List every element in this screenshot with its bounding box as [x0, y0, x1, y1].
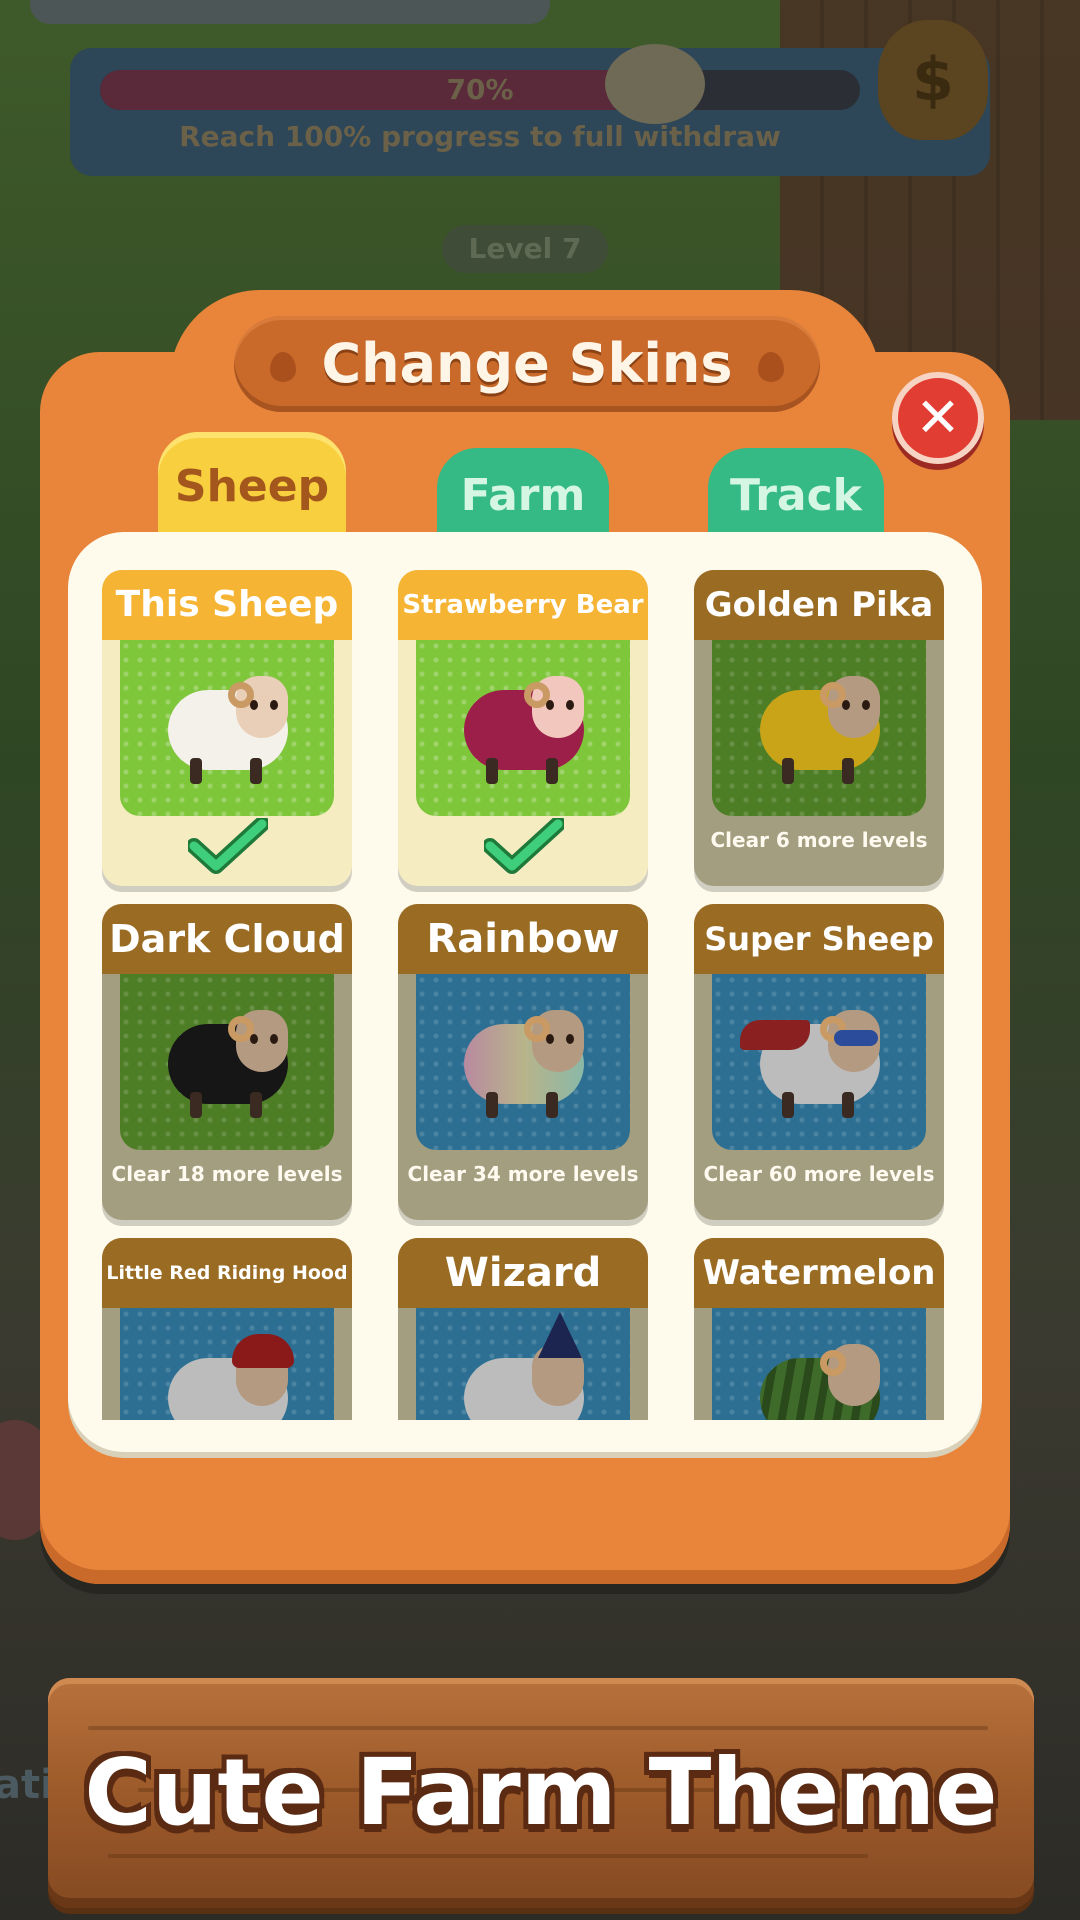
tab-sheep[interactable]: Sheep	[158, 432, 346, 542]
skin-card-dark-cloud[interactable]: Dark Cloud Clear 18 more levels	[102, 904, 352, 1220]
sheep-figure	[158, 1334, 298, 1420]
theme-banner-text: Cute Farm Theme	[84, 1739, 998, 1846]
skin-image	[712, 640, 926, 816]
sheep-figure	[158, 1000, 298, 1120]
skin-card-golden-pika[interactable]: Golden Pika Clear 6 more levels	[694, 570, 944, 886]
sheep-figure	[750, 666, 890, 786]
skin-name: Strawberry Bear	[398, 570, 648, 640]
skin-card-wizard[interactable]: Wizard	[398, 1238, 648, 1420]
skin-card-this-sheep[interactable]: This Sheep	[102, 570, 352, 886]
sheep-figure	[750, 1334, 890, 1420]
skin-card-rainbow[interactable]: Rainbow Clear 34 more levels	[398, 904, 648, 1220]
skin-image	[120, 640, 334, 816]
skin-image	[416, 974, 630, 1150]
withdraw-progress-message: Reach 100% progress to full withdraw	[179, 120, 781, 153]
skin-name: Watermelon	[694, 1238, 944, 1308]
skin-image	[416, 1308, 630, 1420]
sheep-figure	[454, 1312, 594, 1420]
checkmark-icon	[188, 818, 268, 874]
skin-image	[416, 640, 630, 816]
skin-image	[712, 1308, 926, 1420]
sheep-figure	[454, 1000, 594, 1120]
modal-title: Change Skins	[321, 332, 733, 395]
withdraw-progress-percent: 70%	[446, 73, 514, 106]
skin-name: Rainbow	[398, 904, 648, 974]
tab-track[interactable]: Track	[708, 448, 884, 542]
unlock-requirement: Clear 6 more levels	[710, 828, 928, 852]
skin-card-super-sheep[interactable]: Super Sheep Clear 60 more levels	[694, 904, 944, 1220]
close-x-icon: ✕	[915, 386, 961, 449]
skins-grid[interactable]: This Sheep Strawberry Bear Golden Pika C…	[100, 566, 946, 1420]
skin-name: Little Red Riding Hood	[102, 1238, 352, 1308]
skin-image	[120, 974, 334, 1150]
skin-name: Dark Cloud	[102, 904, 352, 974]
unlock-requirement: Clear 18 more levels	[111, 1162, 343, 1186]
unlock-requirement: Clear 34 more levels	[407, 1162, 639, 1186]
sheep-figure	[740, 1000, 890, 1120]
skin-card-strawberry-bear[interactable]: Strawberry Bear	[398, 570, 648, 886]
sheep-figure	[454, 666, 594, 786]
money-bag-icon: $	[878, 20, 988, 140]
skin-name: Golden Pika	[694, 570, 944, 640]
close-button[interactable]: ✕	[892, 372, 984, 464]
side-text: ati	[0, 1762, 54, 1808]
skin-image	[120, 1308, 334, 1420]
skin-card-little-red-riding-hood[interactable]: Little Red Riding Hood	[102, 1238, 352, 1420]
skin-name: Super Sheep	[694, 904, 944, 974]
sheep-figure	[158, 666, 298, 786]
top-bar	[30, 0, 550, 24]
tab-farm[interactable]: Farm	[437, 448, 609, 542]
checkmark-icon	[484, 818, 564, 874]
level-badge: Level 7	[442, 225, 608, 273]
skin-card-watermelon[interactable]: Watermelon	[694, 1238, 944, 1420]
skin-image	[712, 974, 926, 1150]
skin-name: This Sheep	[102, 570, 352, 640]
skin-name: Wizard	[398, 1238, 648, 1308]
unlock-requirement: Clear 60 more levels	[703, 1162, 935, 1186]
withdraw-progress-card	[70, 48, 990, 176]
